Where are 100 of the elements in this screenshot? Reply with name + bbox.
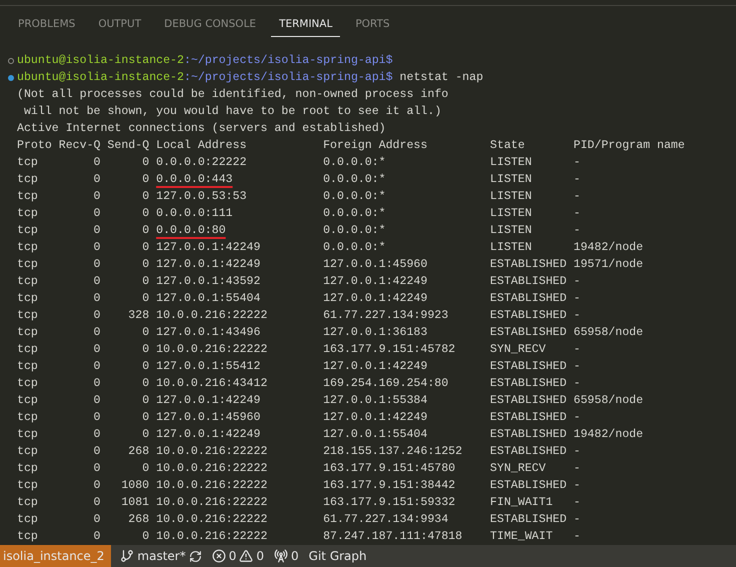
table-cell-text: 0 <box>92 512 100 528</box>
table-cell-text: 65958/node <box>574 393 644 409</box>
table-cell-text: 163.177.9.151:45782 <box>323 342 456 358</box>
column-header: Local Address <box>156 138 248 154</box>
table-cell-text: 0 <box>92 410 100 426</box>
table-cell-text: ESTABLISHED <box>490 291 567 307</box>
table-cell-text: 127.0.0.1:36183 <box>323 325 428 341</box>
table-cell-text: 1081 <box>120 495 150 511</box>
table-cell-text: LISTEN <box>490 206 533 222</box>
problems-item[interactable]: 0 0 <box>206 545 270 567</box>
table-cell: 127.0.0.1:55412 <box>156 360 260 373</box>
antenna-icon <box>274 549 288 563</box>
table-cell-text: 0 <box>141 206 150 222</box>
table-cell-text: tcp <box>17 512 39 528</box>
table-cell-text: tcp <box>17 342 39 358</box>
warning-count: 0 <box>256 549 264 563</box>
table-cell: 127.0.0.53:53 <box>156 190 247 203</box>
table-cell-text: 0 <box>141 359 150 375</box>
table-cell-text: - <box>574 495 582 511</box>
table-cell-text: 19482/node <box>574 240 644 256</box>
panel-tab[interactable]: PORTS <box>347 13 398 37</box>
table-cell: 10.0.0.216:22222 <box>156 462 268 475</box>
table-cell-text: 0.0.0.0:* <box>323 223 387 239</box>
table-cell-text: - <box>574 529 582 545</box>
table-cell-text: 0 <box>141 257 150 273</box>
panel-tab[interactable]: DEBUG CONSOLE <box>156 13 264 37</box>
table-cell-text: ESTABLISHED <box>490 274 567 290</box>
table-cell-text: tcp <box>17 359 39 375</box>
table-cell-text: 65958/node <box>574 325 644 341</box>
table-cell-text: 0 <box>92 155 100 171</box>
table-cell-text: tcp <box>17 189 39 205</box>
table-cell-text: 0 <box>92 240 100 256</box>
table-cell-text: 0 <box>92 291 100 307</box>
branch-item[interactable]: master* <box>115 545 207 567</box>
table-cell: 0.0.0.0:111 <box>156 207 233 220</box>
table-cell: 0.0.0.0:80 <box>156 224 226 237</box>
table-cell-text: 0 <box>92 444 100 460</box>
table-cell-text: ESTABLISHED <box>490 444 567 460</box>
table-cell-text: LISTEN <box>490 155 533 171</box>
table-cell-text: ESTABLISHED <box>490 376 567 392</box>
panel-tab[interactable]: OUTPUT <box>90 13 150 37</box>
table-cell-text: 61.77.227.134:9923 <box>323 308 450 324</box>
table-cell: 0.0.0.0:22222 <box>156 156 247 169</box>
table-cell-text: 0 <box>92 393 100 409</box>
column-header: Foreign Address <box>323 138 428 154</box>
sync-icon[interactable] <box>188 550 202 562</box>
prompt-path: :~/projects/isolia-spring-api$ <box>184 70 393 86</box>
table-cell-text: 0 <box>141 376 150 392</box>
branch-icon <box>120 549 134 563</box>
table-cell-text: 0 <box>92 189 100 205</box>
panel-tab[interactable]: PROBLEMS <box>10 13 84 37</box>
table-cell: 10.0.0.216:22222 <box>156 309 268 322</box>
ports-item[interactable]: 0 <box>269 545 304 567</box>
table-cell-text: tcp <box>17 206 39 222</box>
table-cell-text: 0.0.0.0:* <box>323 240 387 256</box>
table-cell-text: 0 <box>92 427 100 443</box>
table-cell-text: 87.247.187.111:47818 <box>323 529 464 545</box>
table-cell-text: 0 <box>92 274 100 290</box>
output-line: will not be shown, you would have to be root to see it all.) <box>22 104 442 120</box>
table-cell-text: 0 <box>92 376 100 392</box>
git-graph-button[interactable]: Git Graph <box>304 545 372 567</box>
table-cell: 127.0.0.1:42249 <box>156 241 260 254</box>
table-cell-text: 0 <box>141 291 150 307</box>
table-cell-text: tcp <box>17 393 39 409</box>
table-cell-text: tcp <box>17 172 39 188</box>
prompt-path: :~/projects/isolia-spring-api$ <box>184 53 393 69</box>
column-header: Recv-Q <box>58 138 100 154</box>
table-cell: 127.0.0.1:42249 <box>156 394 260 407</box>
output-line: (Not all processes could be identified, non-owned process info <box>17 87 448 103</box>
panel-tab[interactable]: TERMINAL <box>271 13 340 37</box>
table-cell: 127.0.0.1:55404 <box>156 292 260 305</box>
table-cell: 10.0.0.216:22222 <box>156 530 268 543</box>
table-cell-text: ESTABLISHED <box>490 308 567 324</box>
table-cell-text: ESTABLISHED <box>490 393 567 409</box>
command-status-icon[interactable] <box>8 74 14 80</box>
table-cell-text: - <box>574 155 582 171</box>
table-cell-text: ESTABLISHED <box>490 257 567 273</box>
table-cell-text: 0 <box>92 206 100 222</box>
table-cell-text: 127.0.0.1:42249 <box>323 410 428 426</box>
table-cell-text: 0 <box>92 308 100 324</box>
table-cell: 127.0.0.1:42249 <box>156 258 260 271</box>
table-cell-text: tcp <box>17 478 39 494</box>
warning-icon <box>239 549 254 563</box>
table-cell-text: 0 <box>141 189 150 205</box>
table-cell-text: tcp <box>17 223 39 239</box>
table-cell-text: tcp <box>17 529 39 545</box>
table-cell-text: - <box>574 206 582 222</box>
command-status-icon[interactable] <box>8 58 14 64</box>
table-cell-text: 0 <box>141 274 150 290</box>
column-header: State <box>490 138 526 154</box>
table-cell-text: 163.177.9.151:45780 <box>323 461 456 477</box>
table-cell-text: - <box>574 308 582 324</box>
table-cell-text: tcp <box>17 495 39 511</box>
table-cell-text: - <box>574 444 582 460</box>
table-cell-text: SYN_RECV <box>490 461 547 477</box>
table-cell-text: - <box>574 274 582 290</box>
table-cell-text: 169.254.169.254:80 <box>323 376 450 392</box>
table-cell-text: ESTABLISHED <box>490 410 567 426</box>
table-cell-text: 0 <box>141 223 150 239</box>
table-cell: 10.0.0.216:22222 <box>156 445 268 458</box>
